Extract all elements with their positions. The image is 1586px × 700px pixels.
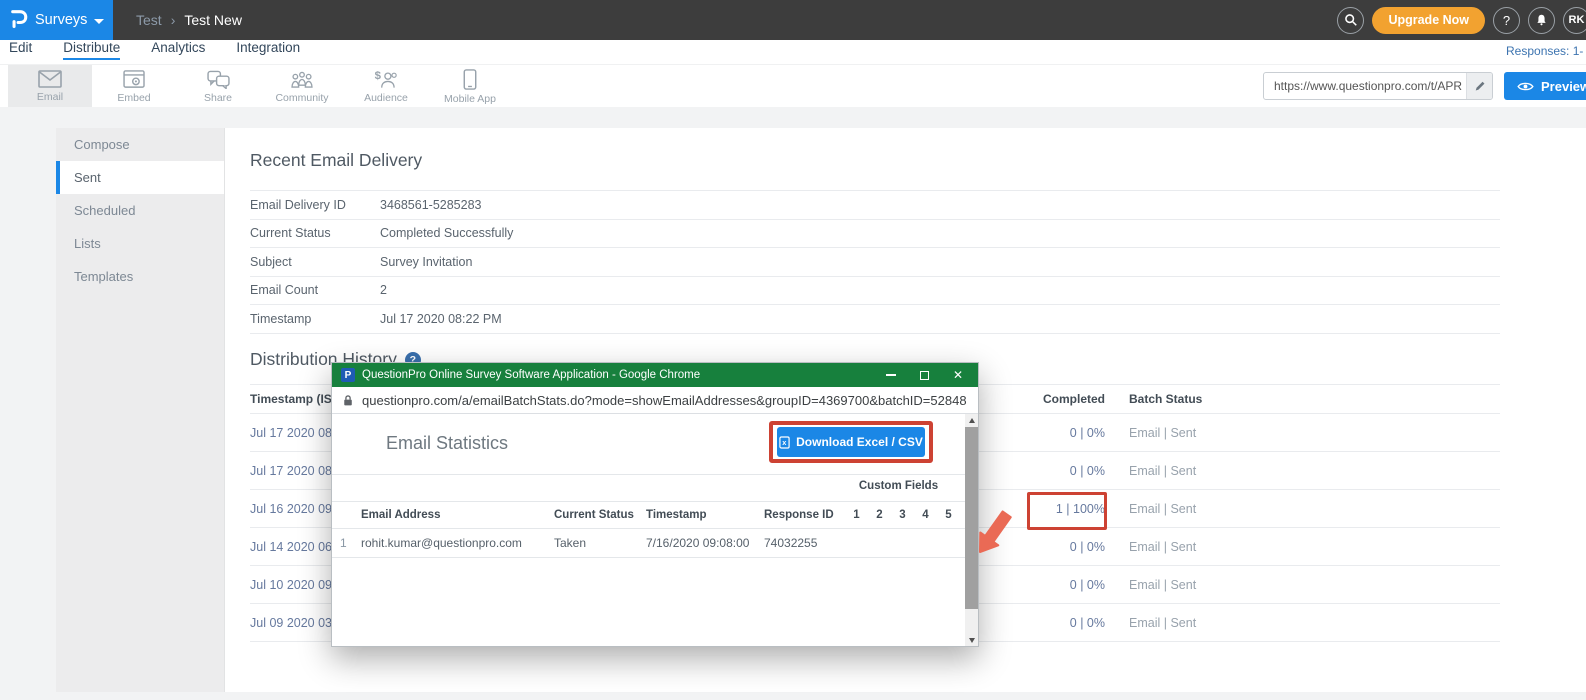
toolbar-tab-email[interactable]: Email xyxy=(8,65,92,108)
topbar-actions: Upgrade Now ? RK xyxy=(1337,0,1586,40)
col-response-id: Response ID xyxy=(764,509,845,521)
chevron-down-icon xyxy=(94,19,104,24)
col-current-status: Current Status xyxy=(554,509,646,521)
kv-row: Email Count 2 xyxy=(250,277,1500,306)
col-custom-5: 5 xyxy=(937,509,960,521)
sidebar-item-scheduled[interactable]: Scheduled xyxy=(56,194,224,227)
questionpro-favicon-icon: P xyxy=(341,368,355,382)
excel-file-icon: x xyxy=(779,436,790,449)
popup-table-header-row: Email Address Current Status Timestamp R… xyxy=(332,501,965,529)
survey-nav: Edit Distribute Analytics Integration Re… xyxy=(0,40,1586,64)
close-button[interactable]: ✕ xyxy=(953,369,963,381)
row-response-id: 74032255 xyxy=(764,536,845,550)
embed-icon xyxy=(123,70,146,89)
col-email-address: Email Address xyxy=(361,509,554,521)
email-statistics-heading: Email Statistics xyxy=(386,433,508,454)
kv-row: Current Status Completed Successfully xyxy=(250,220,1500,249)
breadcrumb-current: Test New xyxy=(184,12,242,28)
kv-row: Subject Survey Invitation xyxy=(250,248,1500,277)
scroll-down-arrow[interactable] xyxy=(965,634,978,646)
row-number: 1 xyxy=(340,536,361,550)
lock-icon xyxy=(343,394,353,407)
sidebar-item-templates[interactable]: Templates xyxy=(56,260,224,293)
breadcrumb: Test › Test New xyxy=(136,0,242,40)
svg-text:x: x xyxy=(782,438,787,447)
download-excel-csv-button[interactable]: x Download Excel / CSV xyxy=(777,427,925,457)
popup-content: Email Statistics x Download Excel / CSV … xyxy=(332,414,978,646)
community-icon xyxy=(290,70,314,89)
audience-icon: $ xyxy=(374,70,398,89)
annotation-arrow xyxy=(976,498,1016,558)
annotation-box-completed-cell xyxy=(1027,492,1107,530)
popup-window-title: QuestionPro Online Survey Software Appli… xyxy=(362,369,879,381)
toolbar-tab-mobile-app[interactable]: Mobile App xyxy=(428,65,512,108)
product-switcher[interactable]: Surveys xyxy=(0,0,113,40)
sidebar-item-lists[interactable]: Lists xyxy=(56,227,224,260)
col-custom-2: 2 xyxy=(868,509,891,521)
survey-url-box xyxy=(1263,72,1493,100)
nav-tab-edit[interactable]: Edit xyxy=(9,40,32,58)
help-button[interactable]: ? xyxy=(1493,7,1520,34)
eye-icon xyxy=(1517,81,1534,92)
popup-table-row: 1 rohit.kumar@questionpro.com Taken 7/16… xyxy=(332,529,965,558)
avatar[interactable]: RK xyxy=(1563,7,1586,34)
scroll-up-arrow[interactable] xyxy=(965,414,978,426)
nav-tab-integration[interactable]: Integration xyxy=(236,40,300,58)
share-icon xyxy=(207,70,230,89)
svg-text:$: $ xyxy=(375,70,382,82)
col-custom-1: 1 xyxy=(845,509,868,521)
sidebar-item-sent[interactable]: Sent xyxy=(56,161,224,194)
mobile-app-icon xyxy=(463,69,477,90)
sidebar-item-compose[interactable]: Compose xyxy=(56,128,224,161)
row-timestamp: 7/16/2020 09:08:00 xyxy=(646,536,764,550)
email-statistics-popup-window: P QuestionPro Online Survey Software App… xyxy=(331,362,979,647)
row-status: Taken xyxy=(554,536,646,550)
col-header-batch-status: Batch Status xyxy=(1129,392,1500,406)
search-icon xyxy=(1344,13,1358,27)
recent-delivery-table: Email Delivery ID 3468561-5285283 Curren… xyxy=(250,190,1500,334)
distribute-toolbar: Email Embed Share Community $ Audience M… xyxy=(0,64,1586,107)
popup-title-bar[interactable]: P QuestionPro Online Survey Software App… xyxy=(332,363,978,387)
custom-fields-label: Custom Fields xyxy=(837,480,960,492)
toolbar-tab-embed[interactable]: Embed xyxy=(92,65,176,108)
col-header-completed: Completed xyxy=(999,392,1129,406)
col-timestamp: Timestamp xyxy=(646,509,764,521)
kv-row: Timestamp Jul 17 2020 08:22 PM xyxy=(250,305,1500,334)
col-custom-3: 3 xyxy=(891,509,914,521)
questionpro-logo-icon xyxy=(10,7,28,34)
recent-delivery-title: Recent Email Delivery xyxy=(250,150,422,171)
nav-tab-analytics[interactable]: Analytics xyxy=(151,40,205,58)
upgrade-now-button[interactable]: Upgrade Now xyxy=(1372,7,1485,34)
email-icon xyxy=(38,70,62,88)
breadcrumb-separator: › xyxy=(171,12,176,28)
search-button[interactable] xyxy=(1337,7,1364,34)
popup-address-bar[interactable]: questionpro.com/a/emailBatchStats.do?mod… xyxy=(332,387,978,414)
kv-row: Email Delivery ID 3468561-5285283 xyxy=(250,191,1500,220)
divider xyxy=(332,474,965,475)
toolbar-tab-audience[interactable]: $ Audience xyxy=(344,65,428,108)
toolbar-tab-share[interactable]: Share xyxy=(176,65,260,108)
email-sidebar: Compose Sent Scheduled Lists Templates xyxy=(56,128,225,692)
toolbar-tab-community[interactable]: Community xyxy=(260,65,344,108)
pencil-icon xyxy=(1474,80,1486,92)
row-email: rohit.kumar@questionpro.com xyxy=(361,536,554,550)
edit-url-button[interactable] xyxy=(1466,73,1492,99)
survey-url-input[interactable] xyxy=(1264,73,1466,99)
top-bar: Surveys Test › Test New Upgrade Now ? RK xyxy=(0,0,1586,40)
bell-icon xyxy=(1535,13,1548,27)
popup-url: questionpro.com/a/emailBatchStats.do?mod… xyxy=(362,393,967,408)
minimize-button[interactable] xyxy=(886,374,896,376)
col-custom-4: 4 xyxy=(914,509,937,521)
maximize-button[interactable] xyxy=(920,371,929,380)
breadcrumb-parent[interactable]: Test xyxy=(136,12,162,28)
responses-count[interactable]: Responses: 1- xyxy=(1506,44,1583,58)
preview-button[interactable]: Preview xyxy=(1504,72,1586,100)
product-menu-label: Surveys xyxy=(35,12,87,28)
nav-tab-distribute[interactable]: Distribute xyxy=(63,40,120,60)
notifications-button[interactable] xyxy=(1528,7,1555,34)
